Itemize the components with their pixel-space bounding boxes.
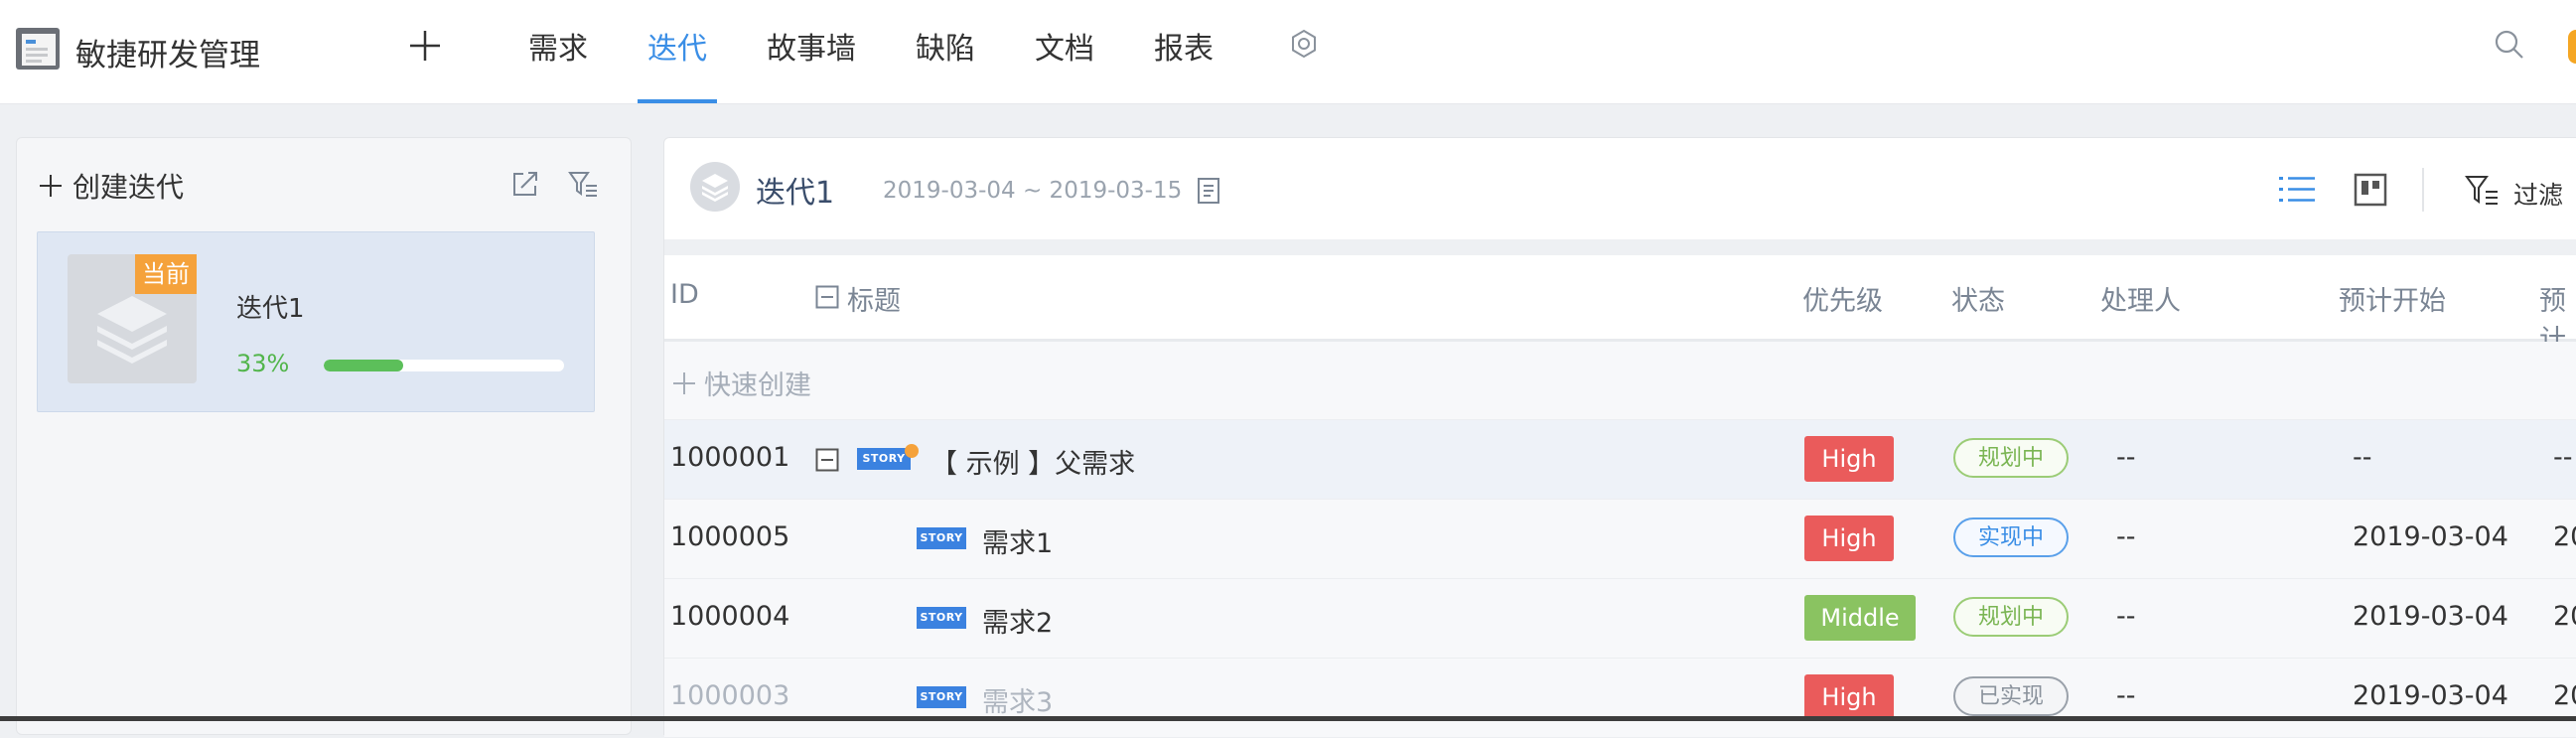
add-icon[interactable] (407, 28, 443, 64)
priority-badge: High (1804, 436, 1894, 482)
row-planned-end: -- (2553, 442, 2573, 473)
iteration-progress-label: 33% (236, 350, 290, 377)
table-header: ID 标题 优先级 状态 处理人 预计开始 预计 (664, 255, 2576, 356)
top-navigation-bar: 敏捷研发管理 需求 迭代 故事墙 缺陷 文档 报表 (0, 0, 2576, 104)
app-title: 敏捷研发管理 (75, 38, 260, 74)
iteration-avatar (690, 162, 740, 212)
quick-create-label: 快速创建 (704, 370, 811, 401)
window-bottom-edge (0, 716, 2576, 721)
row-title[interactable]: 需求2 (982, 601, 1053, 640)
priority-badge: High (1804, 516, 1894, 561)
row-planned-end: 20 (2553, 680, 2576, 711)
row-assignee: -- (2116, 442, 2136, 473)
iteration-progress-fill (324, 360, 403, 371)
active-tab-indicator (638, 99, 717, 103)
nav-tab-iterations[interactable]: 迭代 (647, 24, 707, 68)
column-header-assignee[interactable]: 处理人 (2100, 279, 2181, 318)
export-icon[interactable] (509, 168, 541, 200)
iteration-main-panel: 迭代1 2019-03-04 ~ 2019-03-15 过滤 ID 标题 优先级… (663, 137, 2576, 738)
table-row[interactable]: 1000001 STORY 【 示例 】父需求 High 规划中 -- -- -… (664, 420, 2576, 500)
row-assignee: -- (2116, 521, 2136, 552)
quick-create-row[interactable]: 快速创建 (664, 342, 2576, 420)
row-assignee: -- (2116, 680, 2136, 711)
table-row[interactable]: 1000004 STORY 需求2 Middle 规划中 -- 2019-03-… (664, 579, 2576, 659)
iteration-name: 迭代1 (236, 294, 305, 324)
board-view-icon[interactable] (2353, 172, 2388, 208)
layers-icon (702, 174, 728, 202)
nav-tab-story-wall[interactable]: 故事墙 (767, 24, 856, 68)
column-header-planned-start[interactable]: 预计开始 (2339, 279, 2446, 318)
row-planned-start: 2019-03-04 (2353, 680, 2508, 711)
toolbar-divider (2422, 168, 2424, 212)
iteration-progress-bar (324, 360, 564, 371)
plus-icon (40, 175, 62, 197)
story-type-tag: STORY (917, 686, 966, 708)
story-type-tag: STORY (917, 527, 966, 549)
row-id: 1000004 (670, 601, 790, 632)
row-id: 1000001 (670, 442, 790, 473)
app-logo-icon (16, 28, 60, 70)
status-badge[interactable]: 实现中 (1953, 517, 2069, 557)
current-badge: 当前 (135, 254, 197, 294)
status-badge[interactable]: 规划中 (1953, 597, 2069, 637)
search-icon[interactable] (2493, 28, 2526, 62)
row-planned-start: 2019-03-04 (2353, 521, 2508, 552)
iteration-sidebar: 创建迭代 当前 迭代1 33% (16, 137, 632, 735)
column-header-priority[interactable]: 优先级 (1802, 279, 1883, 318)
nav-tab-defects[interactable]: 缺陷 (916, 24, 975, 68)
row-assignee: -- (2116, 601, 2136, 632)
row-planned-start: -- (2353, 442, 2372, 473)
column-header-status[interactable]: 状态 (1951, 279, 2005, 318)
filter-icon[interactable] (2464, 172, 2500, 208)
collapse-all-icon[interactable] (815, 285, 839, 309)
iteration-title: 迭代1 (756, 176, 835, 211)
iteration-card[interactable]: 当前 迭代1 33% (37, 231, 595, 412)
collapse-row-icon[interactable] (815, 448, 839, 472)
status-badge[interactable]: 规划中 (1953, 438, 2069, 478)
priority-badge: Middle (1804, 595, 1916, 641)
user-avatar[interactable] (2568, 30, 2576, 64)
priority-badge: High (1804, 674, 1894, 720)
gear-icon[interactable] (1287, 28, 1321, 62)
filter-label[interactable]: 过滤 (2513, 176, 2563, 212)
table-row[interactable]: 1000003 STORY 需求3 High 已实现 -- 2019-03-04… (664, 659, 2576, 738)
plus-icon (673, 371, 695, 394)
nav-tab-reports[interactable]: 报表 (1154, 24, 1214, 68)
document-icon[interactable] (1195, 176, 1222, 206)
section-separator (664, 239, 2576, 255)
row-title[interactable]: 需求1 (982, 521, 1053, 560)
create-iteration-button[interactable]: 创建迭代 (37, 166, 184, 206)
iteration-thumbnail: 当前 (68, 254, 197, 383)
create-iteration-label: 创建迭代 (72, 171, 185, 204)
row-id: 1000005 (670, 521, 790, 552)
list-view-icon[interactable] (2277, 172, 2317, 208)
story-type-tag: STORY (917, 607, 966, 629)
row-planned-end: 20 (2553, 521, 2576, 552)
row-id: 1000003 (670, 680, 790, 711)
filter-icon[interactable] (567, 168, 599, 200)
nav-tab-documents[interactable]: 文档 (1035, 24, 1094, 68)
row-planned-end: 20 (2553, 601, 2576, 632)
quick-create-button[interactable]: 快速创建 (670, 364, 811, 402)
parent-star-icon (905, 444, 919, 458)
column-header-title[interactable]: 标题 (847, 279, 901, 318)
row-planned-start: 2019-03-04 (2353, 601, 2508, 632)
iteration-date-range: 2019-03-04 ~ 2019-03-15 (883, 178, 1183, 204)
row-title[interactable]: 需求3 (982, 680, 1053, 719)
column-header-id[interactable]: ID (670, 279, 699, 310)
table-row[interactable]: 1000005 STORY 需求1 High 实现中 -- 2019-03-04… (664, 500, 2576, 579)
nav-tab-requirements[interactable]: 需求 (528, 24, 588, 68)
status-badge[interactable]: 已实现 (1953, 676, 2069, 716)
row-title[interactable]: 【 示例 】父需求 (930, 442, 1135, 481)
